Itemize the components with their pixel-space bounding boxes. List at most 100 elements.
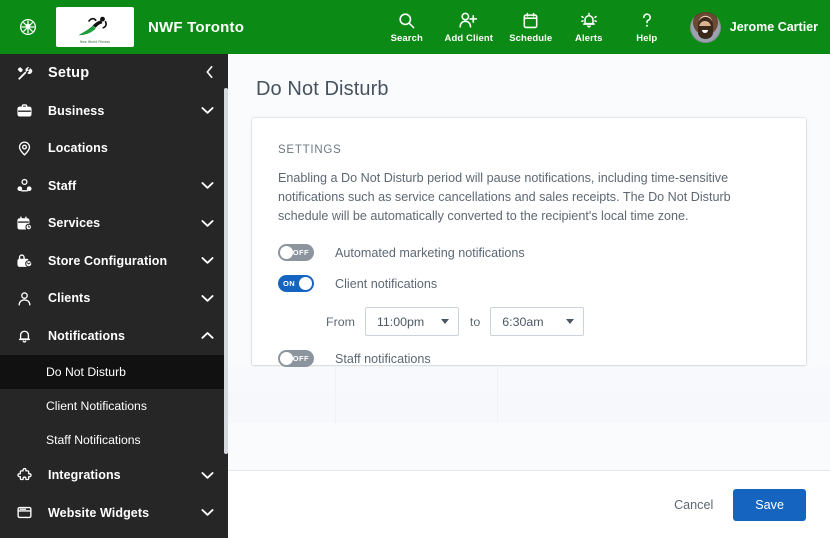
client-notifications-label: Client notifications [335, 276, 438, 291]
sidebar-subitem-client-notifications[interactable]: Client Notifications [0, 389, 228, 423]
automated-marketing-notifications-row: OFF Automated marketing notifications [278, 244, 778, 261]
sidebar-subitem-staff-notifications-label: Staff Notifications [46, 432, 141, 447]
bell-icon [579, 10, 599, 31]
calendar-icon [522, 10, 539, 31]
chevron-left-icon[interactable] [205, 65, 214, 81]
background-divider [335, 367, 336, 423]
sidebar-item-notifications-label: Notifications [48, 328, 125, 343]
client-notifications-row: ON Client notifications [278, 275, 778, 292]
sidebar-header-label: Setup [48, 65, 90, 81]
toggle-knob [299, 277, 312, 290]
sidebar-item-staff[interactable]: Staff [0, 167, 228, 205]
from-time-value: 11:00pm [376, 314, 425, 329]
to-label: to [469, 314, 481, 329]
sidebar-subitem-do-not-disturb-label: Do Not Disturb [46, 364, 126, 379]
avatar [689, 11, 721, 43]
sidebar-item-notifications[interactable]: Notifications [0, 317, 228, 355]
sidebar-item-store-configuration[interactable]: Store Configuration [0, 242, 228, 280]
chevron-down-icon [440, 319, 449, 324]
settings-card: SETTINGS Enabling a Do Not Disturb perio… [252, 118, 806, 367]
to-time-value: 6:30am [502, 314, 544, 329]
topnav-help[interactable]: Help [618, 0, 676, 54]
footer-actions: Cancel Save [228, 471, 830, 538]
client-notifications-toggle[interactable]: ON [278, 275, 314, 292]
sidebar-item-business-label: Business [48, 103, 105, 118]
from-label: From [326, 314, 355, 329]
sidebar-item-integrations[interactable]: Integrations [0, 457, 228, 495]
flower-badge-icon[interactable] [0, 0, 56, 54]
sidebar-item-clients-label: Clients [48, 291, 91, 306]
settings-description: Enabling a Do Not Disturb period will pa… [278, 171, 731, 223]
topnav-alerts[interactable]: Alerts [560, 0, 618, 54]
user-name: Jerome Cartier [729, 20, 818, 34]
map-pin-icon [16, 140, 40, 157]
sidebar-item-clients[interactable]: Clients [0, 280, 228, 318]
chevron-down-icon[interactable] [201, 181, 214, 190]
sidebar-subitem-client-notifications-label: Client Notifications [46, 398, 147, 413]
sidebar-header-setup[interactable]: Setup [0, 54, 228, 92]
do-not-disturb-time-range: From 11:00pm to 6:30am [278, 307, 778, 336]
background-panel [228, 367, 830, 423]
from-time-select[interactable]: 11:00pm [364, 307, 459, 336]
topnav-alerts-label: Alerts [574, 33, 603, 44]
chevron-down-icon [566, 319, 575, 324]
sidebar-item-business[interactable]: Business [0, 92, 228, 130]
search-icon [397, 10, 416, 31]
application-window: New World Fitness NWF Toronto Search Add… [0, 0, 830, 538]
automated-marketing-notifications-label: Automated marketing notifications [335, 245, 525, 260]
sidebar-item-integrations-label: Integrations [48, 468, 121, 483]
topnav-search-label: Search [390, 33, 423, 44]
background-divider [497, 367, 498, 423]
top-header-bar: New World Fitness NWF Toronto Search Add… [0, 0, 830, 54]
sidebar-item-staff-label: Staff [48, 178, 77, 193]
chevron-down-icon[interactable] [201, 471, 214, 480]
toggle-knob [280, 246, 293, 259]
person-icon [16, 290, 40, 307]
topnav-search[interactable]: Search [378, 0, 436, 54]
brand-name: NWF Toronto [148, 18, 245, 36]
topnav-add-client-label: Add Client [444, 33, 493, 44]
sidebar-subitem-do-not-disturb[interactable]: Do Not Disturb [0, 354, 228, 389]
save-button[interactable]: Save [733, 488, 806, 521]
company-logo[interactable]: New World Fitness [56, 7, 134, 47]
staff-notifications-toggle[interactable]: OFF [278, 350, 314, 367]
store-lock-icon [16, 252, 40, 269]
cancel-button[interactable]: Cancel [660, 490, 727, 520]
logo-caption: New World Fitness [79, 40, 111, 44]
briefcase-icon [16, 102, 40, 119]
sidebar-item-store-configuration-label: Store Configuration [48, 253, 168, 268]
staff-notifications-label: Staff notifications [335, 351, 431, 366]
chevron-down-icon[interactable] [201, 106, 214, 115]
services-calendar-icon [16, 215, 40, 232]
sidebar-item-services[interactable]: Services [0, 205, 228, 243]
sidebar-item-locations-label: Locations [48, 141, 108, 156]
automated-marketing-notifications-toggle[interactable]: OFF [278, 244, 314, 261]
sidebar-item-website-widgets-label: Website Widgets [48, 505, 150, 520]
chevron-down-icon[interactable] [201, 256, 214, 265]
chevron-up-icon[interactable] [201, 331, 214, 340]
tools-icon [16, 65, 40, 82]
topnav-schedule-label: Schedule [509, 33, 553, 44]
settings-section-label: SETTINGS [278, 144, 342, 156]
window-icon [16, 504, 40, 521]
sidebar-subitem-staff-notifications[interactable]: Staff Notifications [0, 423, 228, 457]
topnav-help-label: Help [636, 33, 658, 44]
topnav-schedule[interactable]: Schedule [502, 0, 560, 54]
client-notifications-state: ON [283, 279, 296, 288]
staff-icon [16, 177, 40, 194]
staff-notifications-state: OFF [292, 354, 309, 363]
topnav-add-client[interactable]: Add Client [436, 0, 502, 54]
sidebar-item-website-widgets[interactable]: Website Widgets [0, 494, 228, 532]
question-mark-icon [639, 10, 655, 31]
sidebar: Setup Business Locations Staff Services … [0, 54, 228, 538]
to-time-select[interactable]: 6:30am [490, 307, 585, 336]
chevron-down-icon[interactable] [201, 508, 214, 517]
toggle-knob [280, 352, 293, 365]
add-person-icon [458, 10, 479, 31]
puzzle-icon [16, 467, 40, 484]
main-content: Do Not Disturb SETTINGS Enabling a Do No… [228, 54, 830, 538]
chevron-down-icon[interactable] [201, 219, 214, 228]
sidebar-item-locations[interactable]: Locations [0, 130, 228, 168]
user-menu[interactable]: Jerome Cartier [689, 11, 818, 43]
chevron-down-icon[interactable] [201, 294, 214, 303]
